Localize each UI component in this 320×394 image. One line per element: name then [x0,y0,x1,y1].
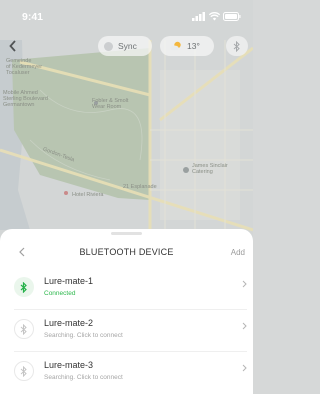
device-row[interactable]: Lure-mate-2 Searching. Click to connect [0,309,253,351]
temperature-label: 13° [187,41,200,51]
device-row[interactable]: Lure-mate-1 Connected [0,267,253,309]
device-status: Searching. Click to connect [44,332,123,339]
map-label: Hotel Riviera [72,192,104,198]
weather-button[interactable]: 13° [160,36,214,56]
map-label: James Sinclair Catering [192,163,228,175]
wifi-icon [209,11,220,20]
device-status-indicator [14,361,34,381]
device-name: Lure-mate-2 [44,318,94,328]
chevron-right-icon [242,280,247,291]
device-status: Connected [44,290,76,297]
add-device-button[interactable]: Add [231,248,245,257]
chevron-right-icon [242,364,247,375]
bluetooth-icon [20,323,27,335]
bluetooth-device-sheet: BLUETOOTH DEVICE Add Lure-mate-1 Connect… [0,229,253,394]
bluetooth-icon [233,40,240,52]
sync-label: Sync [118,41,137,51]
device-status-indicator [14,319,34,339]
device-status: Searching. Click to connect [44,374,123,381]
sync-button[interactable]: Sync [98,36,152,56]
device-list: Lure-mate-1 Connected Lure-mate-2 Search… [0,267,253,393]
bluetooth-icon [20,365,27,377]
sheet-grabber[interactable] [111,232,142,235]
weather-sun-cloud-icon [170,41,181,51]
device-status-indicator [14,277,34,297]
sheet-title: BLUETOOTH DEVICE [79,247,174,257]
device-name: Lure-mate-3 [44,360,94,370]
back-icon [9,40,16,52]
back-button[interactable] [4,37,22,55]
sheet-header: BLUETOOTH DEVICE Add [0,237,253,267]
map-label: Mobile Ahmed Sterling Boulevard Germanto… [3,90,48,108]
device-row[interactable]: Lure-mate-3 Searching. Click to connect [0,351,253,393]
status-icons [192,11,241,21]
chevron-right-icon [242,322,247,333]
map-label: Fobler & Smolt Wear Room [92,98,129,110]
status-bar: 9:41 [0,0,253,30]
device-name: Lure-mate-1 [44,276,94,286]
battery-icon [223,11,241,21]
bluetooth-button[interactable] [226,36,248,56]
map-label: Gemeinde of Kedermeyer Tocaluser [6,58,43,76]
map-label: 21 Esplanade [123,184,157,190]
bluetooth-icon [20,281,27,293]
status-time: 9:41 [22,11,44,23]
sync-icon [104,41,113,51]
signal-icon [192,11,205,21]
